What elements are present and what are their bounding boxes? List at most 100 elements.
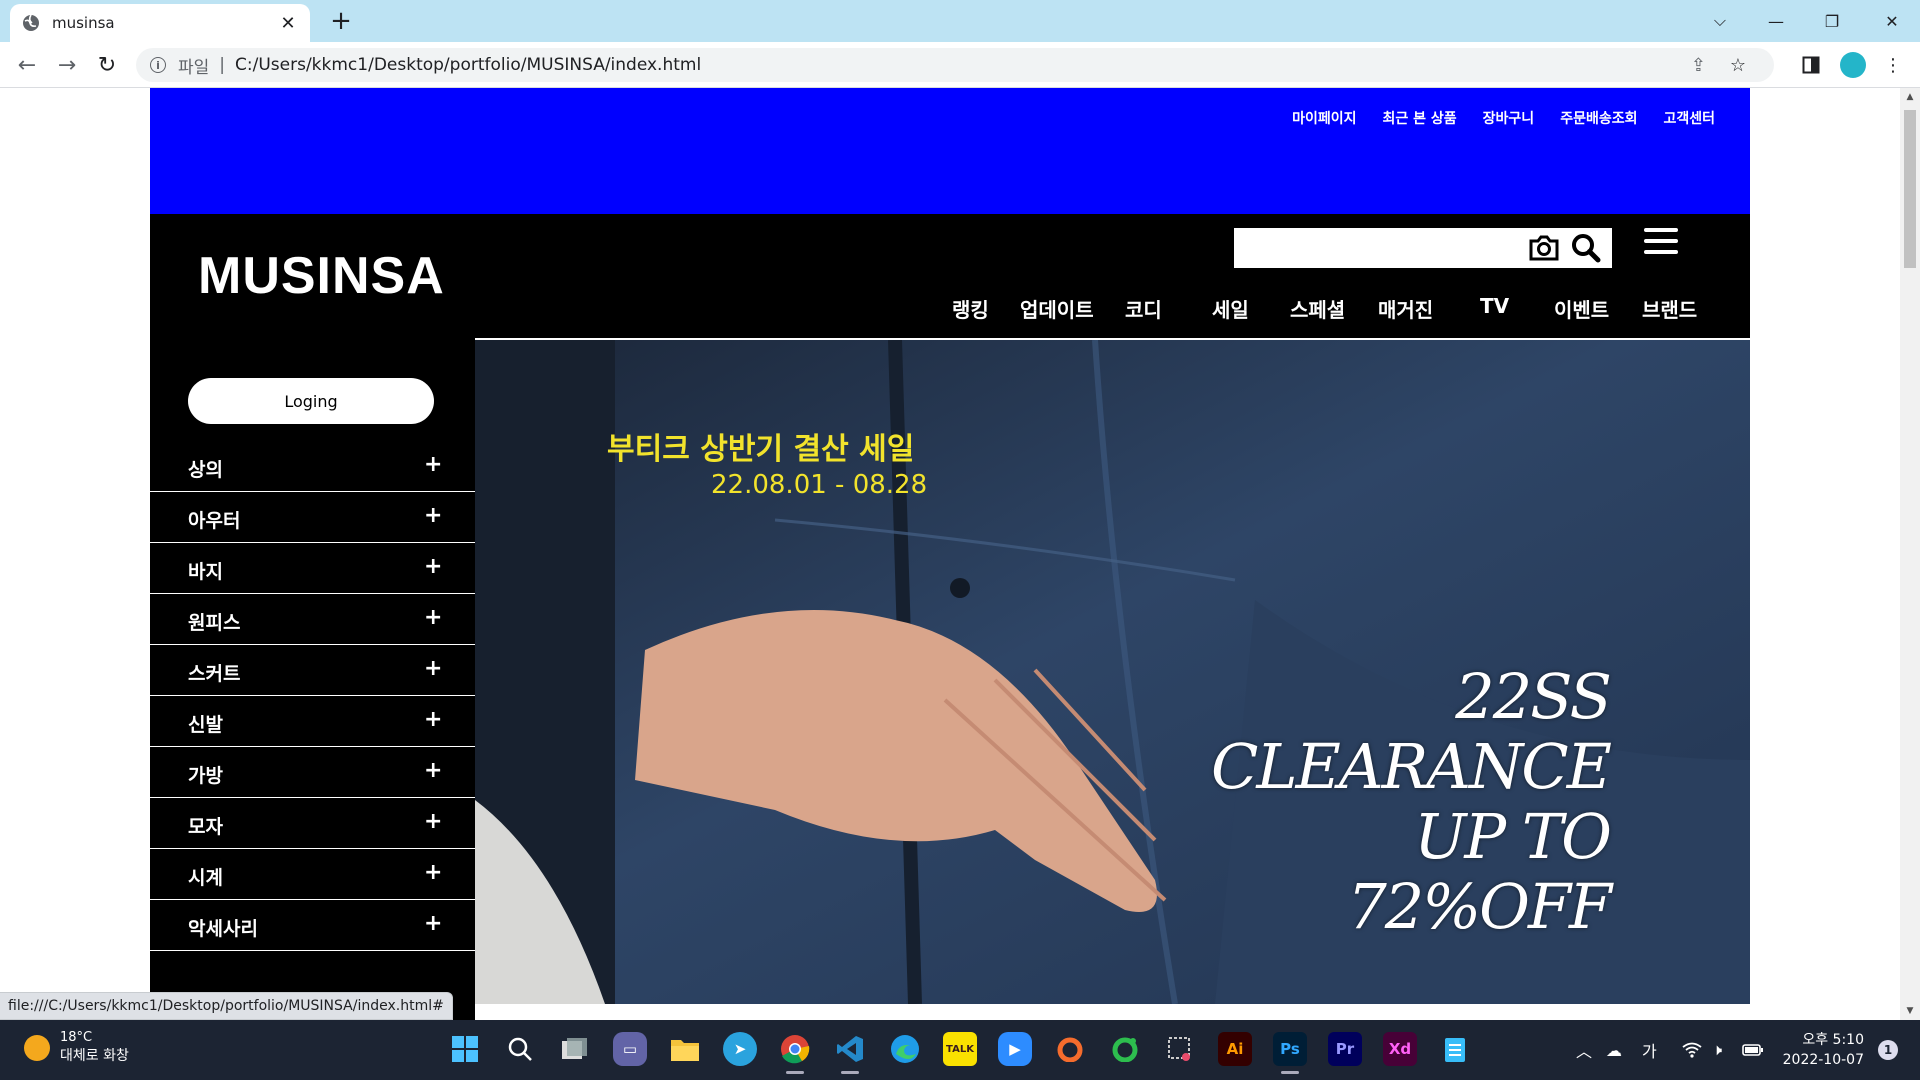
expand-plus-icon[interactable]: + bbox=[424, 605, 442, 630]
category-item-bags[interactable]: 가방 + bbox=[150, 748, 475, 798]
browser-tab[interactable]: musinsa ✕ bbox=[10, 4, 310, 42]
more-menu-icon[interactable]: ⋮ bbox=[1878, 50, 1908, 80]
expand-plus-icon[interactable]: + bbox=[424, 707, 442, 732]
search-icon[interactable] bbox=[503, 1032, 537, 1066]
expand-plus-icon[interactable]: + bbox=[424, 809, 442, 834]
page-scrollbar[interactable]: ▲ ▼ bbox=[1900, 88, 1920, 1020]
premiere-icon[interactable]: Pr bbox=[1328, 1032, 1362, 1066]
file-explorer-icon[interactable] bbox=[668, 1032, 702, 1066]
bookmark-star-icon[interactable]: ☆ bbox=[1730, 48, 1746, 82]
photoshop-icon[interactable]: Ps bbox=[1273, 1032, 1307, 1074]
category-item-hats[interactable]: 모자 + bbox=[150, 799, 475, 849]
volume-muted-icon[interactable]: 🕨 bbox=[1712, 1020, 1722, 1080]
kakaotalk-icon[interactable]: TALK bbox=[943, 1032, 977, 1066]
site-info-icon[interactable]: i bbox=[150, 57, 166, 73]
reload-icon[interactable]: ↻ bbox=[92, 50, 122, 80]
snipping-tool-icon[interactable] bbox=[1163, 1032, 1197, 1066]
link-status-bubble: file:///C:/Users/kkmc1/Desktop/portfolio… bbox=[0, 992, 453, 1020]
origin-icon[interactable] bbox=[1053, 1032, 1087, 1066]
side-panel-icon[interactable] bbox=[1796, 50, 1826, 80]
nav-special[interactable]: 스페셜 bbox=[1290, 294, 1345, 323]
expand-plus-icon[interactable]: + bbox=[424, 911, 442, 936]
category-item-outer[interactable]: 아우터 + bbox=[150, 493, 475, 543]
minimize-icon[interactable]: — bbox=[1748, 0, 1804, 42]
search-box[interactable] bbox=[1234, 228, 1612, 268]
nav-event[interactable]: 이벤트 bbox=[1554, 294, 1609, 323]
weather-widget[interactable]: 18°C 대체로 화창 bbox=[24, 1030, 129, 1065]
search-icon[interactable] bbox=[1570, 233, 1602, 263]
musinsa-site: 마이페이지 최근 본 상품 장바구니 주문배송조회 고객센터 MUSINSA 랭… bbox=[150, 88, 1750, 1020]
expand-plus-icon[interactable]: + bbox=[424, 758, 442, 783]
new-tab-icon[interactable]: + bbox=[325, 5, 357, 37]
link-recent-items[interactable]: 최근 본 상품 bbox=[1383, 108, 1457, 128]
scroll-up-icon[interactable]: ▲ bbox=[1900, 88, 1920, 106]
banner-dates: 22.08.01 - 08.28 bbox=[711, 470, 928, 500]
link-customer-center[interactable]: 고객센터 bbox=[1663, 108, 1715, 128]
telegram-icon[interactable]: ➤ bbox=[723, 1032, 757, 1066]
promo-line: 22SS bbox=[1455, 660, 1612, 733]
category-label: 시계 bbox=[188, 867, 223, 889]
camera-icon[interactable] bbox=[1528, 234, 1560, 262]
tray-overflow-chevron-icon[interactable]: ︿ bbox=[1576, 1020, 1592, 1080]
notification-badge[interactable]: 1 bbox=[1878, 1040, 1898, 1060]
category-item-shoes[interactable]: 신발 + bbox=[150, 697, 475, 747]
scrollbar-thumb[interactable] bbox=[1904, 110, 1916, 268]
illustrator-icon[interactable]: Ai bbox=[1218, 1032, 1252, 1066]
category-item-watches[interactable]: 시계 + bbox=[150, 850, 475, 900]
link-mypage[interactable]: 마이페이지 bbox=[1292, 108, 1356, 128]
address-bar[interactable]: i 파일 | C:/Users/kkmc1/Desktop/portfolio/… bbox=[136, 48, 1774, 82]
line-icon[interactable] bbox=[1108, 1032, 1142, 1066]
xd-icon[interactable]: Xd bbox=[1383, 1032, 1417, 1066]
back-icon[interactable]: ← bbox=[12, 50, 42, 80]
tab-title: musinsa bbox=[52, 14, 115, 32]
notepad-icon[interactable] bbox=[1438, 1032, 1472, 1066]
expand-plus-icon[interactable]: + bbox=[424, 503, 442, 528]
close-tab-icon[interactable]: ✕ bbox=[278, 13, 298, 34]
teams-chat-icon[interactable]: ▭ bbox=[613, 1032, 647, 1066]
restore-icon[interactable]: ❐ bbox=[1804, 0, 1860, 42]
ime-indicator[interactable]: 가 bbox=[1642, 1020, 1657, 1080]
nav-codi[interactable]: 코디 bbox=[1125, 294, 1162, 323]
windows-start-icon[interactable] bbox=[448, 1032, 482, 1066]
login-button[interactable]: Loging bbox=[188, 378, 434, 424]
nav-brand[interactable]: 브랜드 bbox=[1642, 294, 1697, 323]
expand-plus-icon[interactable]: + bbox=[424, 452, 442, 477]
expand-plus-icon[interactable]: + bbox=[424, 860, 442, 885]
task-view-icon[interactable] bbox=[558, 1032, 592, 1066]
scroll-down-icon[interactable]: ▼ bbox=[1900, 1002, 1920, 1020]
category-item-tops[interactable]: 상의 + bbox=[150, 442, 475, 492]
nav-ranking[interactable]: 랭킹 bbox=[952, 294, 989, 323]
zoom-icon[interactable]: ▶ bbox=[998, 1032, 1032, 1066]
system-clock[interactable]: 오후 5:10 2022-10-07 bbox=[1783, 1030, 1864, 1070]
onedrive-cloud-icon[interactable]: ☁ bbox=[1606, 1020, 1622, 1080]
expand-plus-icon[interactable]: + bbox=[424, 656, 442, 681]
hamburger-menu-icon[interactable] bbox=[1644, 228, 1678, 258]
link-cart[interactable]: 장바구니 bbox=[1483, 108, 1535, 128]
share-icon[interactable]: ⇪ bbox=[1691, 48, 1706, 82]
site-header: MUSINSA 랭킹 업데이트 코디 세일 스페셜 매거진 TV 이벤트 브랜드 bbox=[150, 214, 1750, 338]
category-item-skirt[interactable]: 스커트 + bbox=[150, 646, 475, 696]
close-window-icon[interactable]: ✕ bbox=[1864, 0, 1920, 42]
weather-sun-icon bbox=[24, 1034, 50, 1061]
wifi-icon[interactable] bbox=[1682, 1020, 1702, 1080]
forward-icon[interactable]: → bbox=[52, 50, 82, 80]
tab-search-chevron-icon[interactable]: ⌵ bbox=[1692, 0, 1748, 42]
expand-plus-icon[interactable]: + bbox=[424, 554, 442, 579]
profile-avatar[interactable] bbox=[1838, 50, 1868, 80]
nav-magazine[interactable]: 매거진 bbox=[1378, 294, 1433, 323]
category-item-onepiece[interactable]: 원피스 + bbox=[150, 595, 475, 645]
category-item-accessories[interactable]: 악세사리 + bbox=[150, 901, 475, 951]
battery-icon[interactable] bbox=[1742, 1020, 1764, 1080]
category-item-pants[interactable]: 바지 + bbox=[150, 544, 475, 594]
vscode-icon[interactable] bbox=[833, 1032, 867, 1074]
nav-tv[interactable]: TV bbox=[1480, 294, 1509, 318]
nav-sale[interactable]: 세일 bbox=[1212, 294, 1249, 323]
link-order-tracking[interactable]: 주문배송조회 bbox=[1560, 108, 1637, 128]
chrome-icon[interactable] bbox=[778, 1032, 812, 1074]
edge-icon[interactable] bbox=[888, 1032, 922, 1066]
promo-line: UP TO bbox=[1414, 800, 1612, 873]
main-banner[interactable]: 부티크 상반기 결산 세일 22.08.01 - 08.28 22SS CLEA… bbox=[475, 340, 1750, 1004]
top-utility-bar: 마이페이지 최근 본 상품 장바구니 주문배송조회 고객센터 bbox=[150, 88, 1750, 214]
nav-update[interactable]: 업데이트 bbox=[1020, 294, 1094, 323]
category-label: 모자 bbox=[188, 816, 223, 838]
